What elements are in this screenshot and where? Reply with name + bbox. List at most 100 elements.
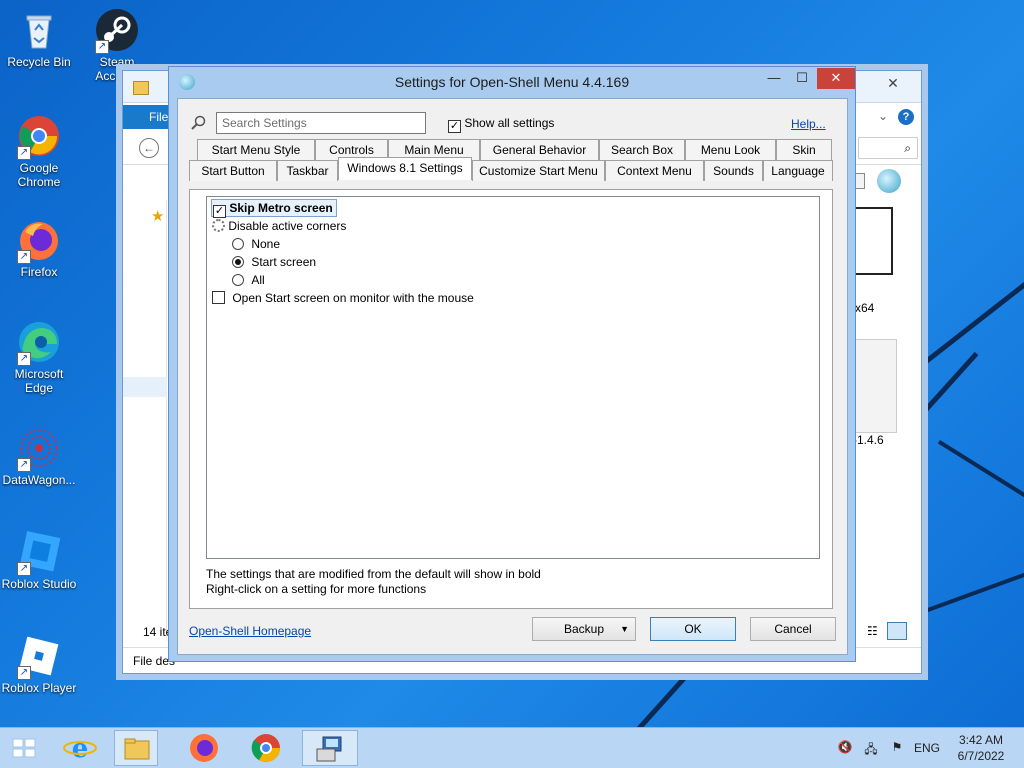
tab-start-button[interactable]: Start Button (189, 160, 277, 181)
dropdown-arrow-icon: ▼ (620, 624, 629, 634)
steam-icon: ↗ (95, 8, 139, 54)
desktop-icon-label: Recycle Bin (7, 55, 71, 69)
help-icon[interactable]: ? (898, 109, 914, 125)
show-all-settings-checkbox[interactable]: ✓ Show all settings (448, 116, 554, 133)
cancel-button[interactable]: Cancel (750, 617, 836, 641)
nav-selected-row (123, 377, 167, 397)
search-settings-input[interactable]: Search Settings (216, 112, 426, 134)
open-shell-icon (877, 169, 901, 193)
taskbar-chrome[interactable] (244, 730, 288, 766)
desktop-icon-datawagon[interactable]: ↗ DataWagon... (0, 426, 78, 487)
settings-tree[interactable]: ✓ Skip Metro screen Disable active corne… (206, 196, 820, 559)
tab-context-menu[interactable]: Context Menu (605, 160, 704, 181)
corners-option-all[interactable]: All (232, 273, 265, 287)
taskbar-file-explorer[interactable] (114, 730, 158, 766)
file-thumbnail[interactable] (853, 207, 893, 275)
open-start-screen-checkbox[interactable]: Open Start screen on monitor with the mo… (212, 291, 474, 305)
chrome-icon: ↗ (17, 114, 61, 160)
hint-right-click: Right-click on a setting for more functi… (206, 582, 427, 596)
explorer-file-tab[interactable]: File (123, 105, 173, 129)
ok-button[interactable]: OK (650, 617, 736, 641)
folder-icon (124, 738, 150, 760)
tab-windows-81-settings[interactable]: Windows 8.1 Settings (338, 157, 472, 180)
recycle-bin-icon (17, 8, 61, 52)
taskbar-firefox[interactable] (182, 730, 226, 766)
desktop-icon-recycle-bin[interactable]: Recycle Bin (0, 8, 78, 69)
star-icon: ★ (151, 208, 165, 225)
details-view-icon[interactable]: ☷ (867, 624, 878, 638)
navigation-pane[interactable]: ★ (123, 201, 167, 641)
settings-app-icon (316, 736, 342, 762)
settings-group-icon (212, 219, 225, 232)
explorer-close-button[interactable]: ✕ (868, 73, 918, 93)
desktop-icon-roblox-player[interactable]: ↗ Roblox Player (0, 634, 78, 695)
desktop-icon-edge[interactable]: ↗ Microsoft Edge (0, 320, 78, 395)
shortcut-arrow-icon: ↗ (17, 146, 31, 160)
checkbox-checked-icon: ✓ (213, 205, 226, 218)
wallpaper-line (937, 440, 1024, 507)
corners-option-start-screen[interactable]: Start screen (232, 255, 316, 269)
wallpaper-line (922, 562, 1024, 614)
skip-metro-checkbox[interactable]: ✓ Skip Metro screen (211, 199, 337, 218)
tab-sounds[interactable]: Sounds (704, 160, 763, 181)
edge-icon: ↗ (17, 320, 61, 366)
action-center-icon[interactable]: ⚑ (888, 740, 906, 754)
settings-dialog[interactable]: Settings for Open-Shell Menu 4.4.169 — ☐… (168, 66, 856, 662)
show-all-label: Show all settings (464, 116, 555, 130)
tab-taskbar[interactable]: Taskbar (277, 160, 338, 181)
taskbar-open-shell-settings[interactable] (302, 730, 358, 766)
shortcut-arrow-icon: ↗ (17, 458, 31, 472)
minimize-button[interactable]: — (761, 68, 787, 89)
tab-general-behavior[interactable]: General Behavior (480, 139, 599, 160)
search-icon[interactable]: ⌕ (858, 137, 918, 159)
desktop-icon-label: Roblox Studio (1, 577, 77, 591)
open-start-label: Open Start screen on monitor with the mo… (232, 291, 474, 305)
folder-icon (133, 81, 149, 95)
chevron-down-icon[interactable]: ⌄ (878, 109, 888, 123)
desktop-icon-label: Microsoft Edge (14, 367, 64, 395)
tab-skin[interactable]: Skin (776, 139, 832, 160)
clock-date[interactable]: 6/7/2022 (950, 749, 1012, 763)
radio-unselected-icon (232, 238, 244, 250)
hint-bold-settings: The settings that are modified from the … (206, 567, 541, 581)
explorer-ribbon-controls: ⌄ ? (858, 109, 918, 127)
desktop-icon-firefox[interactable]: ↗ Firefox (0, 218, 78, 279)
dialog-title: Settings for Open-Shell Menu 4.4.169 (394, 74, 630, 90)
help-link[interactable]: Help... (791, 117, 826, 131)
tab-language[interactable]: Language (763, 160, 833, 181)
speaker-muted-icon[interactable]: 🔇 (836, 740, 854, 754)
maximize-button[interactable]: ☐ (789, 68, 815, 89)
close-button[interactable]: ✕ (817, 68, 855, 89)
desktop-icon-roblox-studio[interactable]: ↗ Roblox Studio (0, 530, 78, 591)
radio-unselected-icon (232, 274, 244, 286)
taskbar-internet-explorer[interactable]: e (58, 730, 102, 766)
file-label: -1.4.6 (853, 433, 884, 447)
shortcut-arrow-icon: ↗ (17, 562, 31, 576)
language-indicator[interactable]: ENG (910, 741, 944, 755)
start-button[interactable] (2, 730, 46, 766)
svg-text:e: e (72, 734, 89, 764)
radio-selected-icon (232, 256, 244, 268)
tab-menu-look[interactable]: Menu Look (685, 139, 776, 160)
backup-button[interactable]: Backup ▼ (532, 617, 636, 641)
desktop-icon-chrome[interactable]: ↗ Google Chrome (0, 114, 78, 189)
option-label: None (251, 237, 281, 251)
file-thumbnail[interactable] (853, 339, 897, 433)
settings-tab-panel: ✓ Skip Metro screen Disable active corne… (189, 189, 833, 609)
disable-corners-group: Disable active corners (212, 219, 346, 233)
tab-customize-start-menu[interactable]: Customize Start Menu (472, 160, 605, 181)
open-shell-homepage-link[interactable]: Open-Shell Homepage (189, 624, 311, 638)
back-arrow-icon[interactable]: ← (139, 138, 159, 158)
disable-corners-label: Disable active corners (228, 219, 347, 233)
tab-start-menu-style[interactable]: Start Menu Style (197, 139, 315, 160)
tiles-view-icon[interactable] (887, 622, 907, 640)
shortcut-arrow-icon: ↗ (17, 666, 31, 680)
clock-time[interactable]: 3:42 AM (950, 733, 1012, 747)
corners-option-none[interactable]: None (232, 237, 280, 251)
network-icon[interactable]: 🖧 (862, 740, 880, 761)
file-label: x64 (855, 301, 875, 315)
shortcut-arrow-icon: ↗ (17, 250, 31, 264)
desktop-icon-label: DataWagon... (2, 473, 76, 487)
desktop-icon-label: Roblox Player (1, 681, 77, 695)
tab-search-box[interactable]: Search Box (599, 139, 685, 160)
